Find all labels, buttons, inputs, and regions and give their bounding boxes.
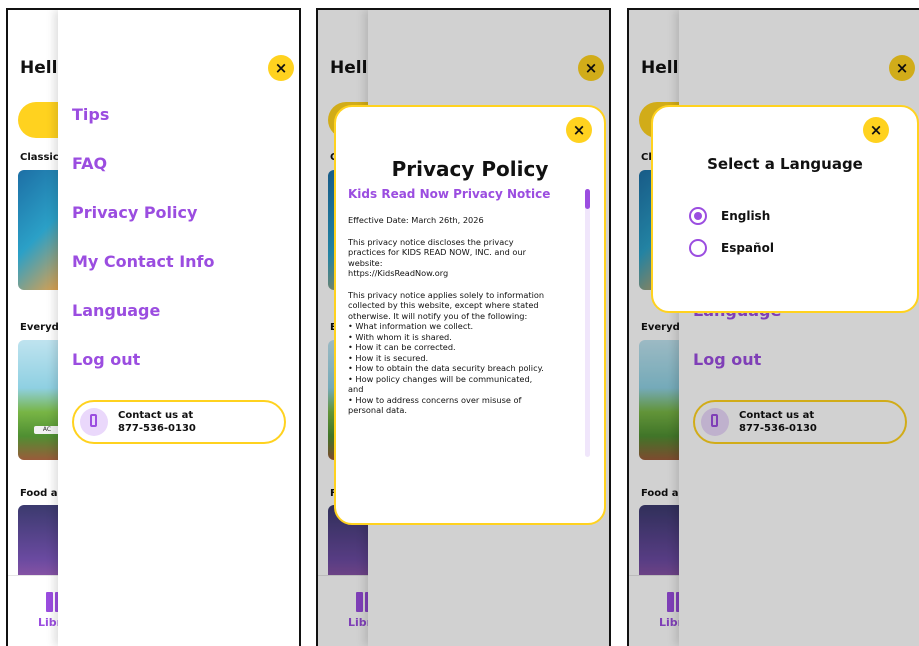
menu-item-privacy-policy[interactable]: Privacy Policy — [72, 203, 197, 222]
screen-menu-drawer: Hello Classics Everyday AC Food and Libr… — [6, 8, 301, 646]
phone-icon — [80, 408, 108, 436]
contact-phone: 877-536-0130 — [118, 423, 196, 434]
close-icon[interactable]: × — [268, 55, 294, 81]
modal-title: Select a Language — [707, 155, 863, 173]
language-option-espanol[interactable]: Español — [689, 239, 774, 257]
side-drawer: × Tips FAQ Privacy Policy My Contact Inf… — [58, 10, 299, 646]
modal-title: Privacy Policy — [391, 157, 549, 181]
radio-unselected-icon[interactable] — [689, 239, 707, 257]
menu-item-contact-info[interactable]: My Contact Info — [72, 252, 215, 271]
close-icon[interactable]: × — [566, 117, 592, 143]
screen-privacy-policy: Hello Classics Everyday Food and Library… — [316, 8, 611, 646]
screen-language-select: Hello Classics Everyday Food and Library… — [627, 8, 919, 646]
scrollbar-thumb[interactable] — [585, 189, 590, 209]
language-label: English — [721, 209, 771, 223]
contact-line1: Contact us at — [118, 410, 194, 421]
scrollbar[interactable] — [585, 189, 590, 457]
language-label: Español — [721, 241, 774, 255]
close-icon[interactable]: × — [863, 117, 889, 143]
menu-item-language[interactable]: Language — [72, 301, 160, 320]
policy-paragraph: This privacy notice discloses the privac… — [348, 236, 526, 279]
menu-item-logout[interactable]: Log out — [72, 350, 140, 369]
contact-text: Contact us at 877-536-0130 — [118, 409, 196, 435]
effective-date: Effective Date: March 26th, 2026 — [348, 215, 484, 225]
policy-paragraph: This privacy notice applies solely to in… — [348, 289, 545, 416]
language-modal: × Select a Language English Español — [651, 105, 919, 313]
radio-selected-icon[interactable] — [689, 207, 707, 225]
language-option-english[interactable]: English — [689, 207, 770, 225]
privacy-policy-modal: × Privacy Policy Kids Read Now Privacy N… — [334, 105, 606, 525]
card-label: AC — [34, 426, 60, 434]
policy-scroll-area[interactable]: Kids Read Now Privacy Notice Effective D… — [348, 187, 588, 517]
contact-us-button[interactable]: Contact us at 877-536-0130 — [72, 400, 286, 444]
menu-item-tips[interactable]: Tips — [72, 105, 109, 124]
policy-subtitle: Kids Read Now Privacy Notice — [348, 187, 551, 201]
menu-item-faq[interactable]: FAQ — [72, 154, 107, 173]
